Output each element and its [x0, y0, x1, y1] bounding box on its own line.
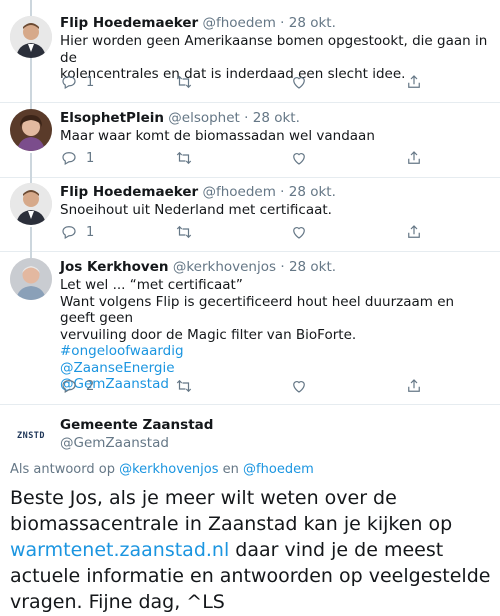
author-handle[interactable]: @elsophet	[168, 110, 240, 126]
tweet-header: ElsophetPlein @elsophet · 28 okt.	[60, 109, 490, 127]
tweet-text-line: Let wel ... “met certificaat”	[60, 277, 243, 293]
tweet-text: Snoeihout uit Nederland met certificaat.	[60, 202, 490, 219]
tweet-date[interactable]: 28 okt.	[253, 110, 300, 126]
reply-context: Als antwoord op @kerkhovenjos en @fhoede…	[10, 462, 314, 477]
tweet-actions: 1	[60, 223, 440, 243]
share-button[interactable]	[405, 377, 423, 395]
reply-count: 1	[86, 74, 95, 90]
tweet-text: Let wel ... “met certificaat” Want volge…	[60, 277, 490, 393]
retweet-button[interactable]	[175, 73, 193, 91]
separator-dot: ·	[244, 110, 249, 126]
author-name[interactable]: Gemeente Zaanstad	[60, 417, 213, 433]
tweet-header: Jos Kerkhoven @kerkhovenjos · 28 okt.	[60, 258, 490, 276]
author-name[interactable]: Flip Hoedemaeker	[60, 15, 198, 31]
mention-link[interactable]: @ZaanseEnergie	[60, 360, 490, 377]
reply-count: 2	[86, 378, 95, 394]
retweet-button[interactable]	[175, 223, 193, 241]
share-icon	[408, 151, 420, 164]
tweet-3[interactable]: Flip Hoedemaeker @fhoedem · 28 okt. Snoe…	[0, 178, 500, 252]
retweet-icon	[176, 379, 192, 393]
tweet-2[interactable]: ElsophetPlein @elsophet · 28 okt. Maar w…	[0, 103, 500, 178]
like-icon	[293, 227, 305, 239]
zaanstad-logo: ZNSTD	[16, 431, 46, 441]
share-icon	[408, 75, 420, 88]
reply-button[interactable]: 1	[60, 149, 94, 167]
author-name[interactable]: Jos Kerkhoven	[60, 259, 169, 275]
retweet-button[interactable]	[175, 377, 193, 395]
separator-dot: ·	[280, 184, 285, 200]
share-button[interactable]	[405, 223, 423, 241]
tweet-actions: 1	[60, 73, 440, 93]
tweet-date[interactable]: 28 okt.	[289, 15, 336, 31]
thread-line	[30, 56, 32, 103]
like-button[interactable]	[290, 223, 308, 241]
avatar[interactable]	[10, 258, 52, 300]
tweet-header: Flip Hoedemaeker @fhoedem · 28 okt.	[60, 183, 490, 201]
retweet-button[interactable]	[175, 149, 193, 167]
avatar[interactable]	[10, 16, 52, 58]
author-handle[interactable]: @kerkhovenjos	[173, 259, 276, 275]
reply-button[interactable]: 2	[60, 377, 94, 395]
share-icon	[408, 225, 420, 238]
separator-dot: ·	[280, 259, 285, 275]
tweet-text-line: Maar waar komt de biomassadan wel vandaa…	[60, 128, 375, 144]
avatar[interactable]	[10, 183, 52, 225]
reply-icon	[62, 152, 76, 166]
reply-and: en	[222, 462, 239, 477]
tweet-actions: 1	[60, 149, 440, 169]
reply-icon	[62, 76, 76, 90]
like-icon	[293, 381, 305, 393]
thread-line	[30, 153, 32, 178]
tweet-4[interactable]: Jos Kerkhoven @kerkhovenjos · 28 okt. Le…	[0, 252, 500, 405]
tweet-date[interactable]: 28 okt.	[289, 259, 336, 275]
separator-dot: ·	[280, 15, 285, 31]
retweet-icon	[176, 225, 192, 239]
like-icon	[293, 153, 305, 165]
mention-link[interactable]: @fhoedem	[243, 462, 314, 477]
tweet-actions: 2	[60, 377, 440, 397]
author-name[interactable]: Flip Hoedemaeker	[60, 184, 198, 200]
tweet-date[interactable]: 28 okt.	[289, 184, 336, 200]
reply-button[interactable]: 1	[60, 73, 94, 91]
tweet-text-line: Want volgens Flip is gecertificeerd hout…	[60, 293, 455, 327]
author-name[interactable]: ElsophetPlein	[60, 110, 164, 126]
mention-link[interactable]: @kerkhovenjos	[119, 462, 218, 477]
avatar[interactable]: ZNSTD	[10, 415, 52, 457]
reply-count: 1	[86, 224, 95, 240]
author-handle[interactable]: @fhoedem	[202, 184, 275, 200]
reply-button[interactable]: 1	[60, 223, 94, 241]
author-handle[interactable]: @fhoedem	[202, 15, 275, 31]
retweet-icon	[176, 151, 192, 165]
tweet-text-line: Hier worden geen Amerikaanse bomen opges…	[60, 33, 488, 66]
avatar[interactable]	[10, 109, 52, 151]
tweet-header: Flip Hoedemaeker @fhoedem · 28 okt.	[60, 14, 490, 32]
tweet-1[interactable]: Flip Hoedemaeker @fhoedem · 28 okt. Hier…	[0, 0, 500, 103]
author-handle[interactable]: @GemZaanstad	[60, 435, 169, 451]
reply-prefix: Als antwoord op	[10, 462, 115, 477]
retweet-icon	[176, 75, 192, 89]
thread-line	[30, 227, 32, 252]
tweet-text-line: Snoeihout uit Nederland met certificaat.	[60, 202, 332, 218]
like-icon	[293, 77, 305, 89]
website-link[interactable]: warmtenet.zaanstad.nl	[10, 539, 229, 561]
share-button[interactable]	[405, 149, 423, 167]
reply-icon	[62, 226, 76, 240]
like-button[interactable]	[290, 73, 308, 91]
share-icon	[408, 379, 420, 392]
share-button[interactable]	[405, 73, 423, 91]
focused-tweet-text: Beste Jos, als je meer wilt weten over d…	[10, 485, 494, 615]
like-button[interactable]	[290, 149, 308, 167]
reply-count: 1	[86, 150, 95, 166]
hashtag-link[interactable]: #ongeloofwaardig	[60, 343, 490, 360]
tweet-text: Maar waar komt de biomassadan wel vandaa…	[60, 128, 490, 145]
like-button[interactable]	[290, 377, 308, 395]
tweet-text-part: Beste Jos, als je meer wilt weten over d…	[10, 487, 453, 535]
tweet-text-line: vervuiling door de Magic filter van BioF…	[60, 326, 357, 343]
reply-icon	[62, 380, 76, 394]
